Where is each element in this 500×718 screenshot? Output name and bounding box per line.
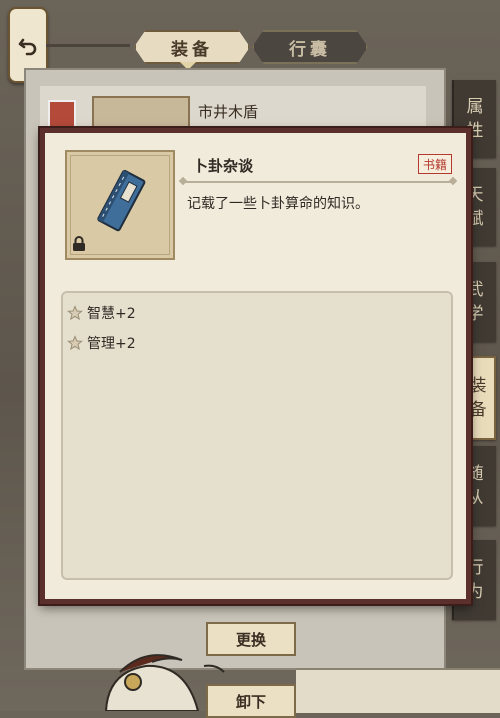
- character-portrait: [104, 654, 225, 711]
- stat-text: 智慧+2: [87, 306, 136, 322]
- stat-list: 智慧+2 管理+2: [61, 291, 453, 580]
- star-icon: [67, 335, 83, 351]
- tab-bag[interactable]: 行囊: [252, 30, 368, 64]
- title-divider: [178, 176, 458, 186]
- book-icon: [97, 169, 146, 232]
- tab-equipment[interactable]: 装备: [134, 30, 250, 64]
- lower-panel: [296, 668, 500, 713]
- side-tab-label: 装备: [469, 376, 487, 420]
- item-icon-frame: [65, 150, 175, 260]
- item-detail-popup: 卜卦杂谈 书籍 记载了一些卜卦算命的知识。 智慧+2 管理+2: [40, 128, 471, 604]
- stat-text: 管理+2: [87, 336, 136, 352]
- stat-item: 管理+2: [67, 333, 136, 353]
- background-item-name: 市井木盾: [198, 103, 259, 121]
- item-name: 卜卦杂谈: [193, 157, 254, 175]
- item-type-badge: 书籍: [418, 154, 452, 174]
- lock-icon: [73, 236, 85, 251]
- top-decor-line: [46, 44, 130, 47]
- star-icon: [67, 305, 83, 321]
- unequip-button[interactable]: 卸下: [206, 684, 296, 718]
- item-description: 记载了一些卜卦算命的知识。: [187, 196, 369, 212]
- back-arrow-icon: [18, 38, 37, 56]
- stat-item: 智慧+2: [67, 303, 136, 323]
